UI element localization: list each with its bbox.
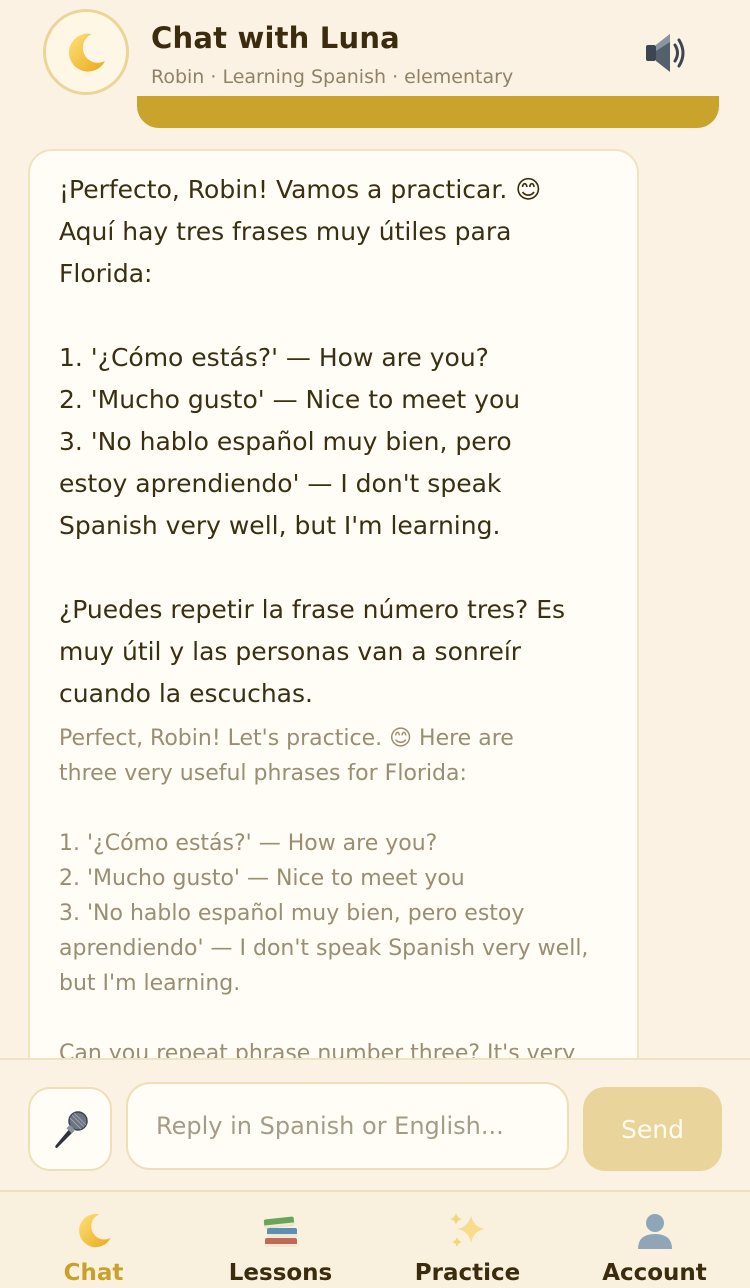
nav-item-lessons[interactable]: Lessons bbox=[187, 1192, 374, 1288]
microphone-button[interactable] bbox=[28, 1087, 112, 1171]
nav-label-account: Account bbox=[602, 1260, 707, 1286]
learner-info: Robin · Learning Spanish · elementary bbox=[151, 66, 514, 88]
nav-item-account[interactable]: Account bbox=[561, 1192, 748, 1288]
microphone-icon bbox=[55, 1111, 88, 1148]
sparkles-icon bbox=[449, 1213, 485, 1247]
send-button[interactable]: Send bbox=[583, 1087, 722, 1171]
chat-area[interactable]: ¡Perfecto, Robin! Vamos a practicar. 😊 A… bbox=[0, 130, 750, 1058]
app-screen: Chat with Luna Robin · Learning Spanish … bbox=[0, 0, 750, 1288]
header-accent-bar bbox=[137, 96, 719, 128]
page-title: Chat with Luna bbox=[151, 21, 400, 55]
nav-label-lessons: Lessons bbox=[228, 1260, 333, 1286]
nav-item-chat[interactable]: Chat bbox=[0, 1192, 187, 1288]
bottom-nav: Chat Lessons Practice Account bbox=[0, 1190, 750, 1288]
reply-input[interactable] bbox=[126, 1082, 569, 1170]
speaker-button[interactable] bbox=[640, 28, 692, 78]
crescent-moon-icon bbox=[68, 33, 105, 72]
nav-item-practice[interactable]: Practice bbox=[374, 1192, 561, 1288]
person-icon bbox=[637, 1214, 672, 1249]
message-english-translation: Perfect, Robin! Let's practice. 😊 Here a… bbox=[59, 726, 589, 1058]
speaker-icon bbox=[646, 34, 685, 72]
assistant-message-bubble: ¡Perfecto, Robin! Vamos a practicar. 😊 A… bbox=[28, 149, 639, 1058]
nav-label-chat: Chat bbox=[63, 1260, 124, 1286]
chat-header: Chat with Luna Robin · Learning Spanish … bbox=[0, 0, 750, 130]
composer: Send bbox=[0, 1058, 750, 1190]
luna-avatar bbox=[43, 9, 129, 95]
books-icon bbox=[263, 1216, 297, 1247]
crescent-moon-icon bbox=[78, 1213, 111, 1248]
nav-label-practice: Practice bbox=[414, 1260, 521, 1286]
message-spanish-text: ¡Perfecto, Robin! Vamos a practicar. 😊 A… bbox=[59, 175, 566, 708]
